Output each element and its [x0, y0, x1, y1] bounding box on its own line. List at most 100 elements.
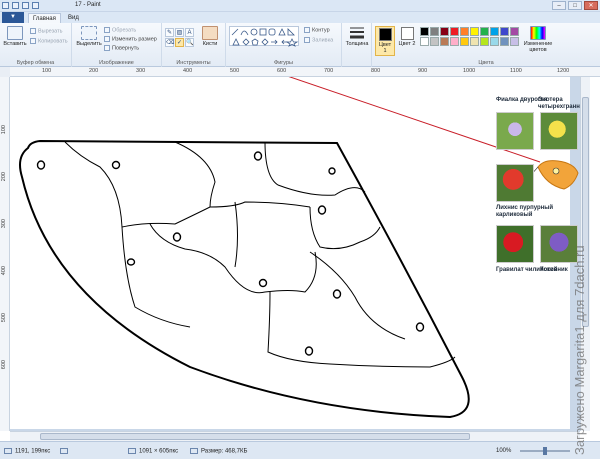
color-swatch[interactable] [460, 37, 469, 46]
color-swatch[interactable] [510, 27, 519, 36]
pencil-icon[interactable]: ✎ [165, 28, 174, 37]
resize-icon [104, 36, 110, 42]
text-icon[interactable]: A [185, 28, 194, 37]
color-swatch[interactable] [450, 37, 459, 46]
flower-label-2: Энотера четырехгранная [538, 97, 580, 110]
copy-button[interactable]: Копировать [30, 38, 68, 44]
tools-grid: ✎ ▨ A ⌫ ✓ 🔍 [165, 28, 194, 47]
drawing-canvas[interactable]: Фиалка двурогая Энотера четырехгранная Л… [10, 77, 580, 429]
color-swatch[interactable] [470, 27, 479, 36]
fill-dropdown[interactable]: Заливка [304, 37, 333, 43]
color-swatch[interactable] [500, 37, 509, 46]
color-swatch[interactable] [440, 37, 449, 46]
clipboard-group: Вставить Вырезать Копировать Буфер обмен… [0, 23, 72, 67]
outline-dropdown[interactable]: Контур [304, 27, 330, 33]
color-swatch[interactable] [470, 37, 479, 46]
violet-photo [496, 112, 534, 150]
cut-button[interactable]: Вырезать [30, 28, 62, 34]
window-controls: – □ ✕ [552, 1, 598, 10]
color1-swatch [378, 28, 392, 41]
crop-button[interactable]: Обрезать [104, 27, 136, 33]
color2-button[interactable]: Цвет 2 [398, 27, 416, 47]
file-icon [190, 448, 198, 454]
shapes-group-label: Фигуры [274, 60, 293, 66]
vertical-ruler: 100 200 300 400 500 600 [0, 77, 10, 431]
crop-icon [104, 27, 110, 33]
quick-access-toolbar [2, 2, 39, 9]
eraser-icon[interactable]: ⌫ [165, 38, 174, 47]
fill-icon[interactable]: ▨ [175, 28, 184, 37]
paint-app-icon[interactable] [2, 2, 9, 9]
plant-markers [36, 151, 425, 356]
color-swatch[interactable] [500, 27, 509, 36]
status-bar: 1191, 199пкс 1091 × 605пкс Размер: 468,7… [0, 441, 600, 459]
color-swatch[interactable] [480, 27, 489, 36]
window-title: 17 - Paint [75, 2, 101, 8]
color-swatch[interactable] [430, 37, 439, 46]
reference-flower-image: Фиалка двурогая Энотера четырехгранная Л… [490, 97, 580, 297]
color-swatch[interactable] [420, 27, 429, 36]
colors-group: Цвет 1 Цвет 2 Изменение цветов Цвета [372, 23, 600, 67]
color-swatch[interactable] [490, 37, 499, 46]
selection-size [60, 448, 71, 455]
file-menu-button[interactable]: ▼ [2, 12, 24, 23]
image-group: Выделить Обрезать Изменить размер Поверн… [72, 23, 162, 67]
cursor-icon [4, 448, 12, 454]
horizontal-scrollbar[interactable] [10, 431, 580, 441]
ruler-corner [0, 67, 10, 77]
resize-button[interactable]: Изменить размер [104, 36, 157, 42]
color-swatch[interactable] [490, 27, 499, 36]
tab-view[interactable]: Вид [64, 13, 83, 23]
color1-button[interactable]: Цвет 1 [375, 26, 395, 56]
select-button[interactable]: Выделить [75, 26, 103, 47]
maximize-button[interactable]: □ [568, 1, 582, 10]
shapes-group: Контур Заливка Фигуры [226, 23, 342, 67]
watermark-text: Загружено Margarita1 для 7dach.ru [572, 245, 587, 455]
selection-icon [60, 448, 68, 454]
minimize-button[interactable]: – [552, 1, 566, 10]
zoom-slider-thumb[interactable] [543, 447, 547, 455]
scissors-icon [30, 28, 36, 34]
size-button[interactable]: Толщина [345, 26, 369, 47]
brushes-button[interactable]: Кисти [198, 26, 222, 47]
horizontal-ruler: 100 200 300 400 500 600 700 800 900 1000… [10, 67, 600, 77]
color-swatch[interactable] [430, 27, 439, 36]
color2-swatch [400, 27, 414, 40]
lychnis-photo [496, 164, 534, 202]
outline-icon [304, 27, 310, 33]
zoom-level: 100% [496, 448, 512, 454]
color-picker-icon[interactable]: ✓ [175, 38, 184, 47]
size-group: Толщина [342, 23, 372, 67]
edit-colors-button[interactable]: Изменение цветов [520, 26, 556, 53]
copy-icon [30, 38, 36, 44]
color-swatch[interactable] [460, 27, 469, 36]
shapes-gallery[interactable] [229, 26, 299, 47]
brush-icon [202, 26, 218, 40]
tab-home[interactable]: Главная [28, 13, 61, 23]
bed-outline [19, 139, 470, 419]
color-swatch[interactable] [480, 37, 489, 46]
horizontal-scroll-thumb[interactable] [40, 433, 470, 440]
close-button[interactable]: ✕ [584, 1, 598, 10]
rotate-icon [104, 45, 110, 51]
color-swatch[interactable] [450, 27, 459, 36]
canvas-area[interactable]: Фиалка двурогая Энотера четырехгранная Л… [10, 77, 580, 431]
color-swatch[interactable] [440, 27, 449, 36]
redo-icon[interactable] [32, 2, 39, 9]
title-bar: 17 - Paint – □ ✕ [0, 0, 600, 12]
rotate-button[interactable]: Повернуть [104, 45, 139, 51]
callout-shape [534, 160, 579, 190]
color-wheel-icon [530, 26, 546, 40]
paste-button[interactable]: Вставить [3, 26, 27, 47]
paste-icon [7, 26, 23, 40]
file-size: Размер: 468,7КБ [190, 448, 247, 455]
fill-bucket-icon [304, 37, 310, 43]
image-group-label: Изображение [99, 60, 134, 66]
undo-icon[interactable] [22, 2, 29, 9]
color-swatch[interactable] [510, 37, 519, 46]
canvas-size-icon [128, 448, 136, 454]
color-swatch[interactable] [420, 37, 429, 46]
geum-photo [496, 225, 534, 263]
save-icon[interactable] [12, 2, 19, 9]
magnifier-icon[interactable]: 🔍 [185, 38, 194, 47]
